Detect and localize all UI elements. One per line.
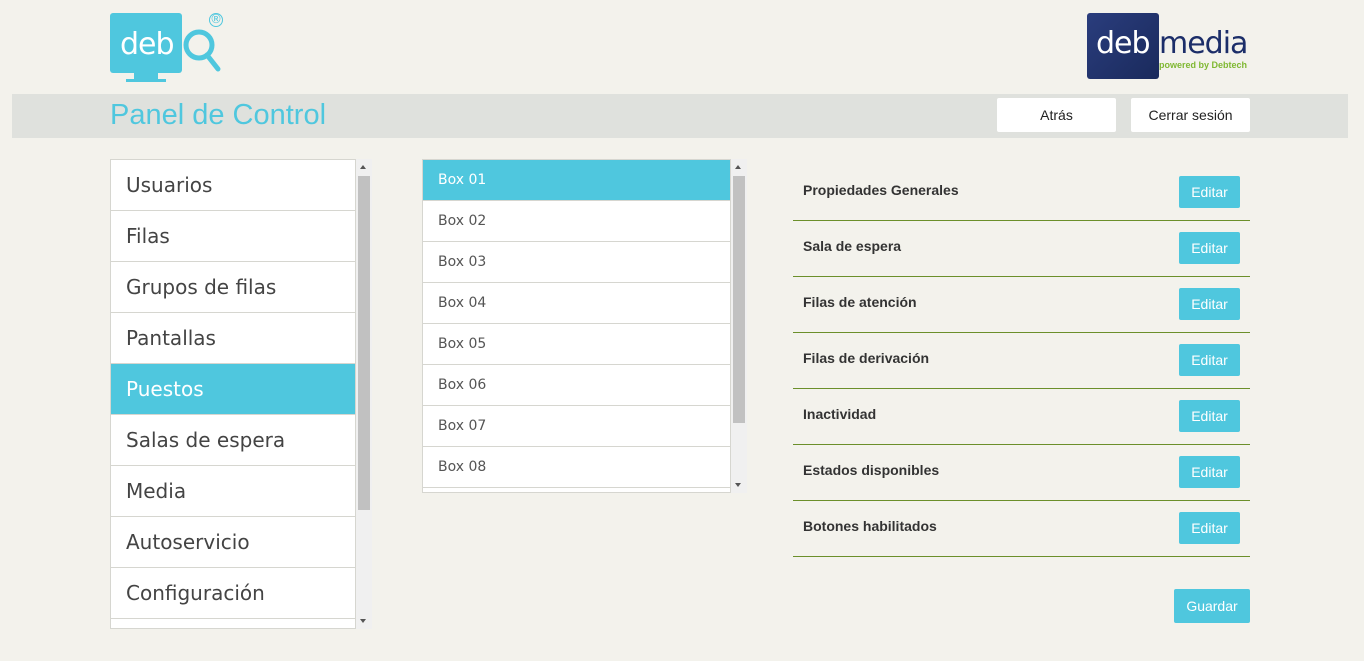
property-label: Filas de derivación: [803, 350, 930, 366]
scrollbar-thumb[interactable]: [733, 176, 745, 423]
edit-button[interactable]: Editar: [1179, 288, 1240, 320]
property-row: Filas de atención Editar: [793, 277, 1250, 333]
property-row: Inactividad Editar: [793, 389, 1250, 445]
box-list-item[interactable]: Box 02: [423, 201, 730, 242]
property-label: Propiedades Generales: [803, 182, 959, 198]
edit-button[interactable]: Editar: [1179, 512, 1240, 544]
sidebar-item-usuarios[interactable]: Usuarios: [111, 160, 355, 211]
scroll-up-icon[interactable]: [735, 165, 741, 169]
box-list-item[interactable]: Box 06: [423, 365, 730, 406]
debmedia-logo: deb media powered by Debtech: [1087, 13, 1252, 83]
property-row: Botones habilitados Editar: [793, 501, 1250, 557]
scroll-down-icon[interactable]: [735, 483, 741, 487]
box-list-item[interactable]: Box 08: [423, 447, 730, 488]
property-row: Estados disponibles Editar: [793, 445, 1250, 501]
edit-button[interactable]: Editar: [1179, 176, 1240, 208]
edit-button[interactable]: Editar: [1179, 232, 1240, 264]
edit-button[interactable]: Editar: [1179, 344, 1240, 376]
property-row: Propiedades Generales Editar: [793, 165, 1250, 221]
box-list-panel: Box 01 Box 02 Box 03 Box 04 Box 05 Box 06 Box …: [422, 159, 747, 493]
sidebar-item-grupos-de-filas[interactable]: Grupos de filas: [111, 262, 355, 313]
debmedia-logo-media: media: [1159, 26, 1248, 61]
registered-mark: ®: [209, 12, 223, 27]
property-label: Filas de atención: [803, 294, 917, 310]
edit-button[interactable]: Editar: [1179, 456, 1240, 488]
box-list-scrollbar[interactable]: [731, 159, 747, 493]
box-list-item[interactable]: Box 07: [423, 406, 730, 447]
property-label: Botones habilitados: [803, 518, 937, 534]
debmedia-tagline: powered by Debtech: [1159, 60, 1248, 70]
edit-button[interactable]: Editar: [1179, 400, 1240, 432]
property-label: Sala de espera: [803, 238, 902, 254]
box-list-item[interactable]: Box 03: [423, 242, 730, 283]
header-bar: Panel de Control Atrás Cerrar sesión: [12, 94, 1348, 138]
box-list-item[interactable]: Box 05: [423, 324, 730, 365]
box-list-item[interactable]: Box 01: [423, 160, 730, 201]
sidebar-item-puestos[interactable]: Puestos: [111, 364, 355, 415]
properties-panel: Propiedades Generales Editar Sala de esper…: [793, 165, 1250, 557]
sidebar-item-filas[interactable]: Filas: [111, 211, 355, 262]
magnifier-q-icon: [183, 29, 221, 72]
sidebar-item-configuraci-n[interactable]: Configuración: [111, 568, 355, 619]
logout-button[interactable]: Cerrar sesión: [1131, 98, 1250, 132]
sidebar-item-pantallas[interactable]: Pantallas: [111, 313, 355, 364]
property-label: Estados disponibles: [803, 462, 940, 478]
sidebar-item-autoservicio[interactable]: Autoservicio: [111, 517, 355, 568]
box-list-item[interactable]: Box 04: [423, 283, 730, 324]
scroll-up-icon[interactable]: [360, 165, 366, 169]
scrollbar-thumb[interactable]: [358, 176, 370, 510]
sidebar-menu-list: Usuarios Filas Grupos de filas Pantallas Pue…: [110, 159, 356, 629]
sidebar-item-salas-de-espera[interactable]: Salas de espera: [111, 415, 355, 466]
debq-logo: deb ®: [110, 13, 228, 83]
box-list: Box 01 Box 02 Box 03 Box 04 Box 05 Box 06 Box …: [422, 159, 731, 493]
property-label: Inactividad: [803, 406, 877, 422]
debq-logo-text: deb: [120, 27, 175, 62]
page-title: Panel de Control: [110, 99, 327, 131]
debmedia-logo-deb: deb: [1096, 26, 1151, 61]
save-button[interactable]: Guardar: [1174, 589, 1250, 623]
property-row: Filas de derivación Editar: [793, 333, 1250, 389]
back-button[interactable]: Atrás: [997, 98, 1116, 132]
sidebar-menu: Usuarios Filas Grupos de filas Pantallas Pue…: [110, 159, 372, 629]
scroll-down-icon[interactable]: [360, 619, 366, 623]
property-row: Sala de espera Editar: [793, 221, 1250, 277]
sidebar-scrollbar[interactable]: [356, 159, 372, 629]
sidebar-item-media[interactable]: Media: [111, 466, 355, 517]
